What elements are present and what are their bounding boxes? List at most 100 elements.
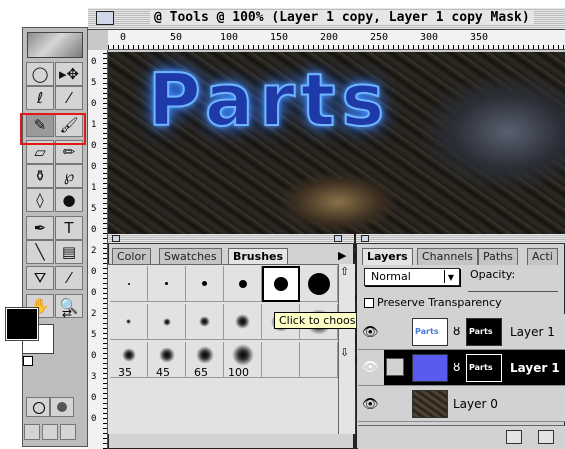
ruler-tick-label: 5	[91, 204, 97, 214]
eye-icon[interactable]: 👁	[362, 325, 379, 340]
ruler-tick-label: 0	[91, 162, 97, 172]
marquee-tool-icon[interactable]: ◯	[26, 62, 54, 86]
default-colors-icon[interactable]	[23, 356, 33, 366]
parts-glow-text: Parts	[147, 57, 391, 143]
eye-icon[interactable]: 👁	[358, 350, 384, 385]
layers-footer	[358, 425, 565, 449]
brush-tip-icon	[235, 314, 250, 329]
tab-actions[interactable]: Acti	[527, 248, 558, 265]
brushes-close-icon[interactable]	[112, 235, 120, 242]
quick-mask-button[interactable]	[50, 397, 74, 417]
document-title: @ Tools @ 100% (Layer 1 copy, Layer 1 co…	[150, 10, 534, 25]
scroll-up-icon[interactable]: ⇧	[340, 265, 349, 278]
brush-size-label: 35	[118, 366, 132, 379]
lasso-tool-icon[interactable]: ℓ	[26, 86, 54, 110]
ruler-tick-label: 5	[91, 78, 97, 88]
brush-cell[interactable]	[300, 266, 338, 302]
ruler-tick-label: 1	[91, 183, 97, 193]
brush-cell[interactable]	[224, 266, 262, 302]
tab-brushes[interactable]: Brushes	[228, 248, 289, 265]
layer-row[interactable]: 👁 Parts ȣ Parts Layer 1	[358, 314, 565, 350]
brush-cell[interactable]	[186, 304, 224, 340]
opacity-slider[interactable]	[468, 284, 558, 292]
history-brush-tool-icon[interactable]: ℘	[55, 164, 83, 188]
brush-cell[interactable]	[262, 266, 300, 302]
ruler-tick-label: 0	[91, 141, 97, 151]
ruler-tick-label: 0	[91, 225, 97, 235]
burn-tool-icon[interactable]: ●	[55, 188, 83, 212]
layer-name: Layer 1	[510, 325, 555, 339]
tab-channels[interactable]: Channels	[417, 248, 478, 265]
brush-tip-icon	[195, 345, 214, 364]
brush-tip-icon	[202, 281, 207, 286]
ruler-tick-label: 100	[220, 32, 239, 43]
layer-row[interactable]: 👁 Layer 0	[358, 386, 565, 422]
layers-close-icon[interactable]	[361, 235, 369, 242]
brush-cell[interactable]	[224, 304, 262, 340]
swap-colors-icon[interactable]: ⇄	[62, 306, 72, 320]
layer-thumbnail	[412, 390, 448, 418]
brush-tip-icon	[307, 272, 330, 295]
brush-tip-icon	[126, 319, 131, 324]
eyedropper-tool-icon[interactable]: ⁄	[55, 266, 83, 290]
palette-menu-arrow-icon[interactable]: ▶	[338, 249, 346, 262]
ruler-tick-label: 0	[91, 351, 97, 361]
ruler-tick-label: 0	[91, 267, 97, 277]
gradient-tool-icon[interactable]: ▤	[55, 240, 83, 264]
ruler-tick-label: 50	[170, 32, 183, 43]
move-tool-icon[interactable]: ▸✥	[55, 62, 83, 86]
foreground-color-swatch[interactable]	[5, 307, 39, 341]
brush-cell[interactable]	[148, 266, 186, 302]
tab-color[interactable]: Color	[112, 248, 151, 265]
brush-size-label: 45	[156, 366, 170, 379]
ruler-tick-label: 1	[91, 120, 97, 130]
screen-mode-standard-button[interactable]	[24, 424, 40, 440]
ruler-tick-label: 0	[91, 393, 97, 403]
preserve-transparency-checkbox[interactable]	[364, 298, 374, 308]
standard-mode-button[interactable]	[26, 397, 50, 417]
brush-cell[interactable]	[262, 342, 300, 378]
scroll-down-icon[interactable]: ⇩	[340, 346, 349, 359]
link-chain-icon[interactable]: ȣ	[453, 324, 460, 338]
pen-tool-icon[interactable]: ✒	[26, 216, 54, 240]
screen-mode-full-button[interactable]	[60, 424, 76, 440]
brush-tip-icon	[158, 346, 175, 363]
paint-bucket-tool-icon[interactable]: ⛛	[26, 266, 54, 290]
brush-tip-icon	[127, 282, 130, 285]
tab-paths[interactable]: Paths	[478, 248, 518, 265]
ruler-tick-label: 0	[91, 57, 97, 67]
ruler-tick-label: 0	[91, 99, 97, 109]
close-box-icon[interactable]	[96, 11, 114, 25]
brush-cell[interactable]	[300, 342, 338, 378]
blur-tool-icon[interactable]: ◊	[26, 188, 54, 212]
brush-cell[interactable]	[110, 266, 148, 302]
ruler-tick-label: 2	[91, 309, 97, 319]
line-tool-icon[interactable]: ╲	[26, 240, 54, 264]
layer-row-selected[interactable]: 👁 ȣ Parts Layer 1	[358, 350, 565, 386]
layer-mask-thumbnail: Parts	[466, 318, 502, 346]
tab-layers[interactable]: Layers	[362, 248, 413, 265]
opacity-label: Opacity:	[470, 268, 516, 281]
mask-mode-icon[interactable]	[386, 358, 404, 376]
eye-icon[interactable]: 👁	[362, 397, 379, 412]
screen-mode-full-menu-button[interactable]	[42, 424, 58, 440]
link-chain-icon[interactable]: ȣ	[453, 360, 460, 374]
magic-wand-tool-icon[interactable]: ⁄	[55, 86, 83, 110]
brush-tip-icon	[274, 277, 288, 291]
brush-cell[interactable]	[148, 304, 186, 340]
new-layer-button[interactable]	[538, 430, 554, 444]
brush-size-label: 65	[194, 366, 208, 379]
brushes-zoom-icon[interactable]	[334, 235, 342, 242]
add-mask-button[interactable]	[506, 430, 522, 444]
rubber-stamp-tool-icon[interactable]: ⚱	[26, 164, 54, 188]
layer-thumbnail: Parts	[412, 318, 448, 346]
blend-mode-select[interactable]: Normal ▼	[364, 268, 460, 286]
brushes-palette-titlebar[interactable]	[108, 234, 354, 244]
type-tool-icon[interactable]: T	[55, 216, 83, 240]
layer-name: Layer 0	[453, 397, 498, 411]
brush-cell[interactable]	[186, 266, 224, 302]
brush-cell[interactable]	[110, 304, 148, 340]
tab-swatches[interactable]: Swatches	[159, 248, 222, 265]
layer-name: Layer 1	[510, 361, 560, 375]
layers-palette-titlebar[interactable]	[356, 234, 565, 244]
